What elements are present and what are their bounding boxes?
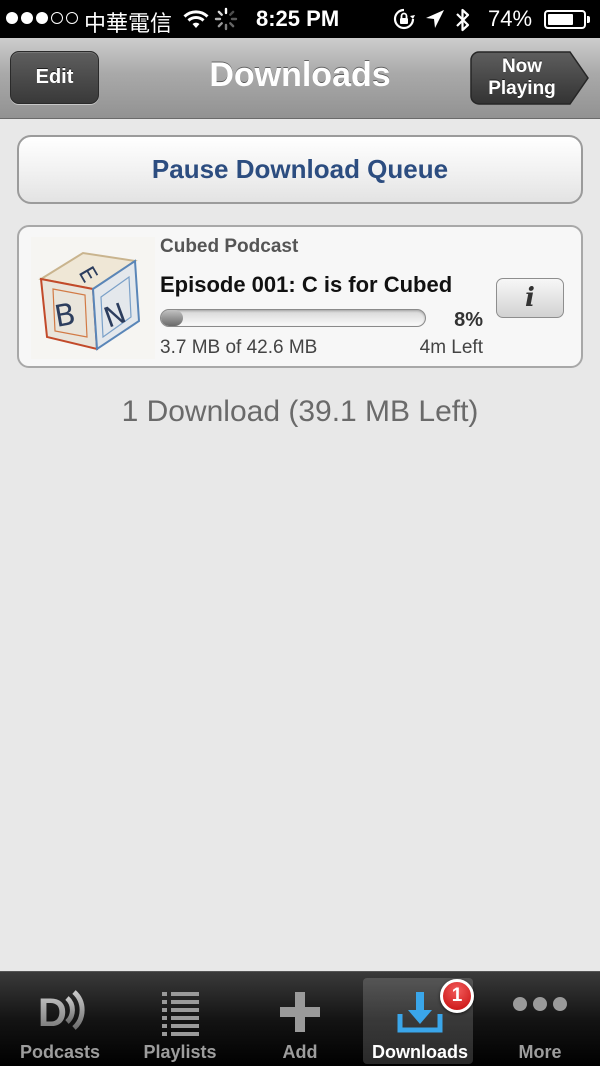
activity-spinner-icon <box>214 7 238 35</box>
pause-download-queue-button[interactable]: Pause Download Queue <box>17 135 583 204</box>
tab-label-add: Add <box>282 1042 318 1062</box>
status-bar: 中華電信 8:25 PM 74% <box>0 0 600 38</box>
bluetooth-icon <box>454 7 472 37</box>
now-playing-label-line2: Playing <box>488 78 556 99</box>
now-playing-button[interactable]: Now Playing <box>470 51 590 105</box>
carrier-name: 中華電信 <box>84 12 173 37</box>
podcast-artwork: B N E <box>31 237 155 359</box>
tab-podcasts[interactable]: D Podcasts <box>0 972 120 1066</box>
tab-label-more: More <box>518 1042 562 1062</box>
location-arrow-icon <box>424 8 446 34</box>
download-size: 3.7 MB of 42.6 MB <box>160 337 318 358</box>
status-time: 8:25 PM <box>256 6 340 31</box>
downloads-summary: 1 Download (39.1 MB Left) <box>121 395 479 428</box>
add-icon <box>240 980 360 1042</box>
svg-text:D: D <box>38 991 67 1035</box>
info-button[interactable]: i <box>496 278 564 318</box>
tab-label-podcasts: Podcasts <box>19 1042 101 1062</box>
playlists-icon <box>120 980 240 1042</box>
tab-bar: D Podcasts Playlists Add 1 Downloads Mor… <box>0 971 600 1066</box>
battery-icon <box>544 10 590 29</box>
wifi-icon <box>182 8 210 34</box>
podcast-name: Cubed Podcast <box>160 236 299 257</box>
tab-playlists[interactable]: Playlists <box>120 972 240 1066</box>
tab-more[interactable]: More <box>480 972 600 1066</box>
download-progress-percent: 8% <box>454 309 483 331</box>
tab-label-downloads: Downloads <box>371 1042 468 1062</box>
more-icon <box>480 980 600 1042</box>
now-playing-label-line1: Now <box>501 56 543 77</box>
info-icon: i <box>525 283 535 313</box>
tab-add[interactable]: Add <box>240 972 360 1066</box>
signal-strength-icon <box>6 12 78 24</box>
download-progress-bar <box>160 309 426 327</box>
rotation-lock-icon <box>392 7 416 35</box>
battery-percent: 74% <box>488 6 533 31</box>
download-progress-fill <box>161 310 183 326</box>
tab-downloads[interactable]: 1 Downloads <box>360 972 480 1066</box>
tab-label-playlists: Playlists <box>143 1042 217 1062</box>
downloads-badge: 1 <box>440 979 474 1013</box>
podcasts-icon: D <box>0 980 120 1042</box>
navigation-bar: Edit Downloads Now Playing <box>0 38 600 119</box>
download-time-left: 4m Left <box>419 337 483 358</box>
download-item[interactable]: B N E Cubed Podcast Episode 001: C is fo… <box>17 225 583 368</box>
episode-title: Episode 001: C is for Cubed <box>160 272 453 297</box>
